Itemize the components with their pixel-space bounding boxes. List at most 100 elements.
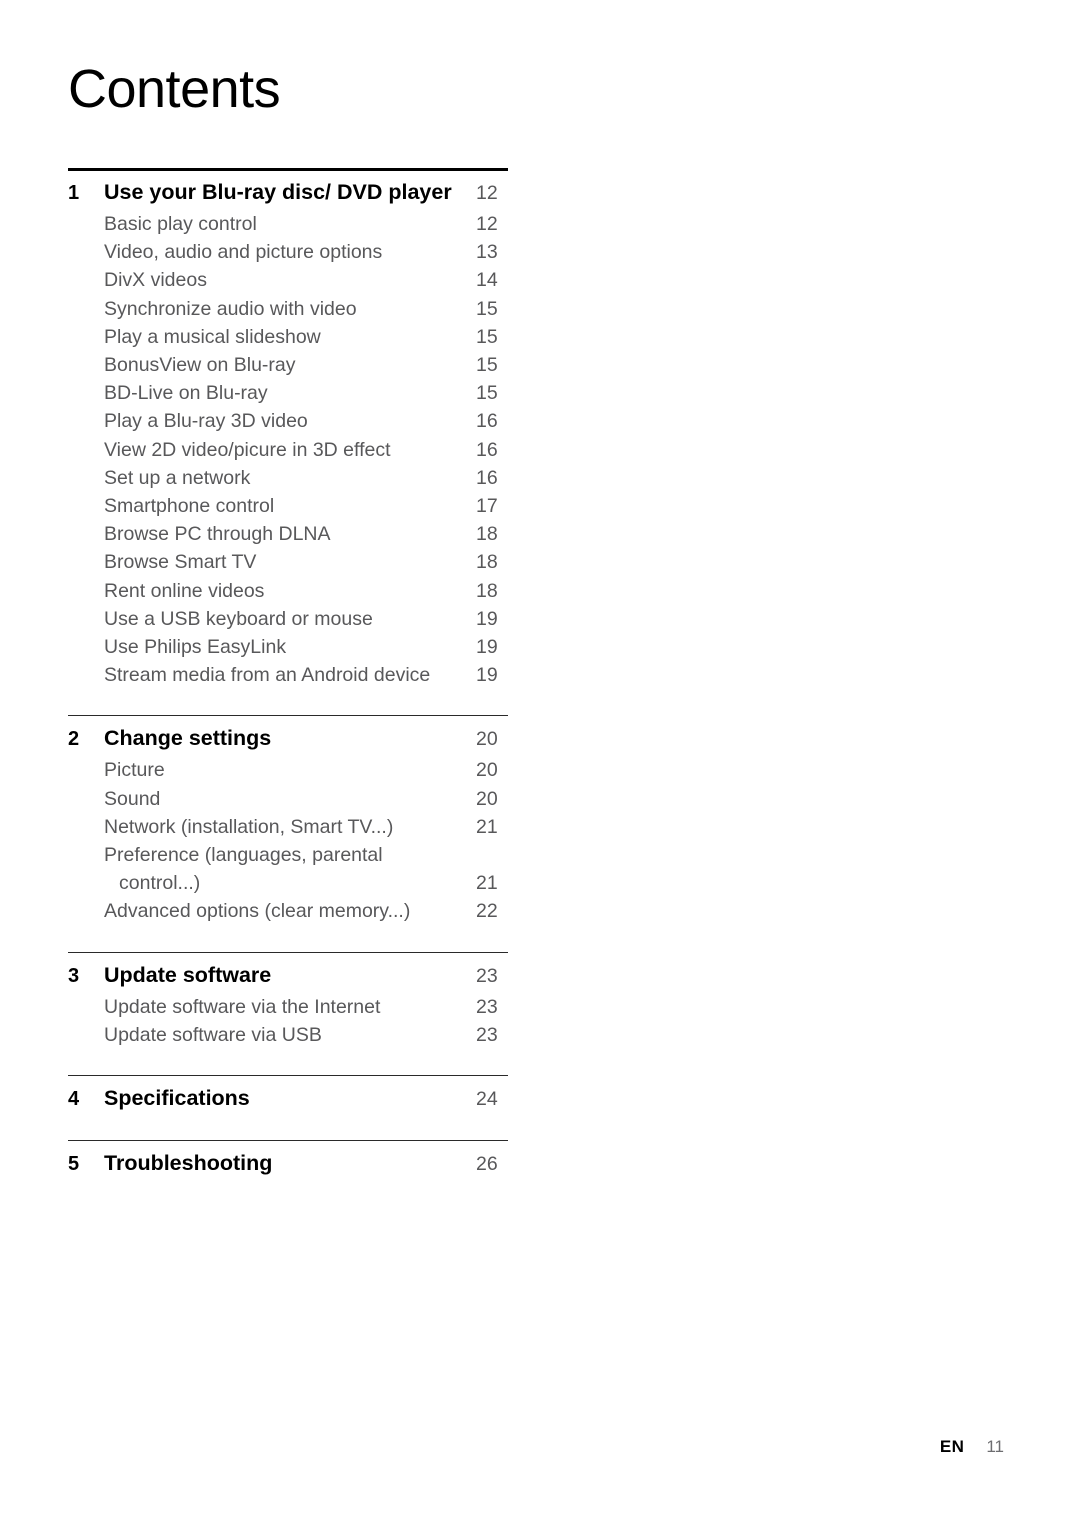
entry-label-line2: control...) [119, 872, 201, 895]
entry-page-number: 23 [476, 995, 498, 1018]
table-of-contents: 1 Use your Blu-ray disc/ DVD player 12 Basi… [68, 168, 510, 1181]
section-title: Change settings [104, 726, 272, 751]
entry-label: Rent online videos [104, 579, 265, 602]
toc-entry[interactable]: Advanced options (clear memory...) 22 [68, 897, 510, 925]
entry-label: Smartphone control [104, 495, 275, 518]
toc-section: 2 Change settings 20 Picture 20 Sound 20 Networ… [68, 715, 510, 925]
entry-label: Use Philips EasyLink [104, 636, 287, 659]
toc-entry[interactable]: DivX videos 14 [68, 266, 510, 294]
toc-section-heading[interactable]: 5 Troubleshooting 26 [68, 1148, 510, 1179]
section-number: 3 [68, 964, 80, 987]
section-divider [68, 1075, 508, 1077]
toc-entry[interactable]: View 2D video/picure in 3D effect 16 [68, 436, 510, 464]
toc-entry[interactable]: Stream media from an Android device 19 [68, 661, 510, 689]
entry-page-number: 17 [476, 495, 498, 518]
entry-label: Network (installation, Smart TV...) [104, 815, 394, 838]
toc-section-heading[interactable]: 4 Specifications 24 [68, 1083, 510, 1114]
entry-page-number: 16 [476, 438, 498, 461]
entry-page-number: 12 [476, 213, 498, 235]
toc-entry[interactable]: Play a musical slideshow 15 [68, 323, 510, 351]
entry-page-number: 20 [476, 787, 498, 810]
toc-subitem-list: Update software via the Internet 23 Update… [68, 993, 510, 1049]
entry-page-number: 18 [476, 579, 498, 602]
section-number: 5 [68, 1153, 80, 1176]
section-number: 1 [68, 182, 80, 204]
toc-entry[interactable]: Use Philips EasyLink 19 [68, 633, 510, 661]
entry-label: Browse Smart TV [104, 551, 257, 574]
entry-page-number: 18 [476, 523, 498, 546]
entry-label: Video, audio and picture options [104, 241, 383, 264]
toc-entry[interactable]: Browse Smart TV 18 [68, 548, 510, 576]
section-page-number: 24 [476, 1088, 498, 1111]
entry-label: BonusView on Blu-ray [104, 354, 296, 377]
toc-entry[interactable]: Picture 20 [68, 756, 510, 784]
document-page: Contents 1 Use your Blu-ray disc/ DVD pla… [0, 0, 1080, 1527]
entry-label: Update software via the Internet [104, 995, 381, 1018]
toc-entry[interactable]: BD-Live on Blu-ray 15 [68, 379, 510, 407]
toc-entry[interactable]: Update software via the Internet 23 [68, 993, 510, 1021]
entry-label: Set up a network [104, 466, 251, 489]
entry-page-number: 15 [476, 325, 498, 348]
toc-section: 1 Use your Blu-ray disc/ DVD player 12 Basi… [68, 168, 510, 689]
toc-entry[interactable]: BonusView on Blu-ray 15 [68, 351, 510, 379]
entry-page-number: 21 [476, 872, 498, 895]
toc-entry[interactable]: Use a USB keyboard or mouse 19 [68, 605, 510, 633]
entry-label: Sound [104, 787, 161, 810]
entry-page-number: 22 [476, 900, 498, 923]
page-title: Contents [68, 59, 281, 119]
entry-label: Update software via USB [104, 1023, 322, 1046]
toc-entry[interactable]: Sound 20 [68, 785, 510, 813]
section-divider [68, 951, 508, 953]
footer-language-code: EN [939, 1437, 965, 1456]
entry-label: DivX videos [104, 269, 207, 292]
toc-entry[interactable]: Rent online videos 18 [68, 577, 510, 605]
section-page-number: 12 [476, 182, 498, 204]
entry-label: Browse PC through DLNA [104, 523, 331, 546]
entry-page-number: 15 [476, 354, 498, 377]
toc-section-heading[interactable]: 1 Use your Blu-ray disc/ DVD player 12 [68, 177, 510, 208]
toc-entry[interactable]: Smartphone control 17 [68, 492, 510, 520]
toc-entry[interactable]: Synchronize audio with video 15 [68, 295, 510, 323]
entry-page-number: 18 [476, 551, 498, 574]
entry-label: Picture [104, 759, 165, 782]
toc-section: 3 Update software 23 Update software via th… [68, 951, 510, 1049]
section-title: Troubleshooting [104, 1151, 273, 1176]
toc-entry[interactable]: Update software via USB 23 [68, 1021, 510, 1049]
toc-section: 5 Troubleshooting 26 [68, 1140, 510, 1179]
section-page-number: 26 [476, 1153, 498, 1176]
toc-entry[interactable]: Video, audio and picture options 13 [68, 238, 510, 266]
section-title: Update software [104, 962, 272, 987]
toc-entry[interactable]: Browse PC through DLNA 18 [68, 520, 510, 548]
entry-label: BD-Live on Blu-ray [104, 382, 268, 405]
entry-label: Basic play control [104, 213, 257, 235]
toc-entry[interactable]: Play a Blu-ray 3D video 16 [68, 407, 510, 435]
entry-page-number: 19 [476, 607, 498, 630]
toc-section-heading[interactable]: 3 Update software 23 [68, 960, 510, 991]
entry-label: Synchronize audio with video [104, 297, 357, 320]
entry-label-line1: Preference (languages, parental [104, 844, 383, 867]
section-title: Specifications [104, 1086, 250, 1111]
section-number: 4 [68, 1088, 80, 1111]
entry-page-number: 13 [476, 241, 498, 264]
entry-label: Advanced options (clear memory...) [104, 900, 411, 923]
entry-page-number: 15 [476, 297, 498, 320]
toc-entry[interactable]: Network (installation, Smart TV...) 21 [68, 813, 510, 841]
toc-entry[interactable]: Basic play control 12 [68, 210, 510, 238]
toc-section-heading[interactable]: 2 Change settings 20 [68, 723, 510, 754]
entry-label: View 2D video/picure in 3D effect [104, 438, 391, 461]
entry-label: Use a USB keyboard or mouse [104, 607, 373, 630]
section-divider [68, 715, 508, 717]
section-page-number: 23 [476, 964, 498, 987]
entry-label: Play a musical slideshow [104, 325, 321, 348]
section-divider [68, 168, 508, 171]
toc-entry[interactable]: Preference (languages, parental control..… [68, 841, 510, 897]
toc-subitem-list: Basic play control 12 Video, audio and pic… [68, 210, 510, 689]
entry-page-number: 19 [476, 636, 498, 659]
entry-label: Preference (languages, parental control..… [104, 841, 464, 897]
entry-page-number: 20 [476, 759, 498, 782]
toc-entry[interactable]: Set up a network 16 [68, 464, 510, 492]
entry-page-number: 16 [476, 466, 498, 489]
entry-page-number: 21 [476, 815, 498, 838]
entry-page-number: 19 [476, 664, 498, 687]
section-divider [68, 1140, 508, 1142]
